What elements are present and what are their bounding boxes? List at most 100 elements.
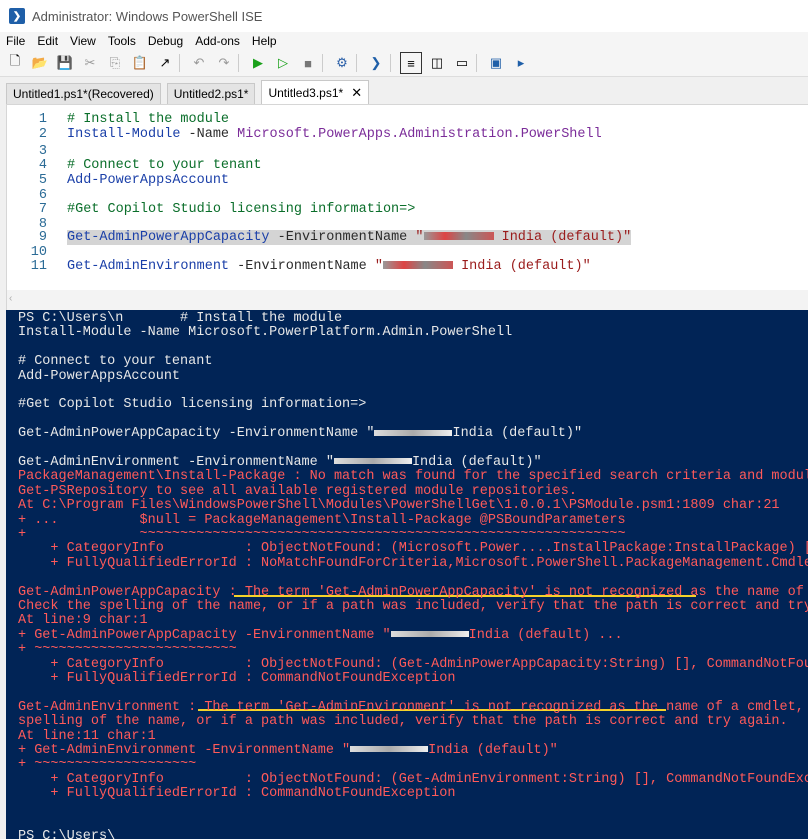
close-icon[interactable]: ✕ <box>351 85 362 101</box>
console-text: Get-AdminPowerAppCapacity : The term 'Ge… <box>18 584 808 600</box>
console-text: At line:9 char:1 <box>18 613 148 629</box>
console-text: Get-PSRepository to see all available re… <box>18 483 577 499</box>
line-number: 3 <box>38 144 47 159</box>
paste-icon[interactable]: 📋 <box>130 53 150 73</box>
redacted-text <box>333 458 412 465</box>
menu-addons[interactable]: Add-ons <box>189 34 246 48</box>
run-icon[interactable]: ▶ <box>248 53 268 73</box>
layout-top-icon[interactable]: ≡ <box>400 52 422 74</box>
code-command: Get-AdminEnvironment <box>67 259 230 274</box>
editor-line: 2 Install-Module -Name Microsoft.PowerApp… <box>7 127 787 142</box>
script-editor[interactable]: 1 # Install the module 2 Install-Module -Na… <box>6 104 808 292</box>
clear-icon[interactable]: ↗ <box>155 53 175 73</box>
console-text: + ~~~~~~~~~~~~~~~~~~~~~~~~~ <box>18 642 237 658</box>
code-text: # Connect to your tenant <box>67 158 261 173</box>
code-string: India (default)" <box>493 230 632 245</box>
console-icon[interactable]: ❯ <box>366 53 386 73</box>
console-pane[interactable]: PS C:\Users\n # Install the module Instal… <box>6 310 808 839</box>
console-error-line: + FullyQualifiedErrorId : CommandNotFoun… <box>18 786 455 801</box>
remote-icon[interactable]: ⚙ <box>332 53 352 73</box>
line-number: 2 <box>38 127 47 142</box>
code-comment: # Install the module <box>67 112 230 127</box>
powershell-icon: ❯ <box>9 8 25 24</box>
menu-view[interactable]: View <box>64 34 102 48</box>
toolbar-separator <box>356 54 357 72</box>
console-line: PS C:\Users\n # Install the module <box>18 311 342 326</box>
console-error-line: + CategoryInfo : ObjectNotFound: (Micros… <box>18 541 808 556</box>
tab-untitled3[interactable]: Untitled3.ps1* ✕ <box>261 80 370 104</box>
code-text: # Install the module <box>67 112 229 127</box>
redo-icon[interactable]: ↷ <box>214 53 234 73</box>
snippet-icon[interactable]: ▣ <box>486 53 506 73</box>
console-text: Install-Module -Name Microsoft.PowerPlat… <box>18 325 513 341</box>
console-error-line: PackageManagement\Install-Package : No m… <box>18 469 808 484</box>
console-line: Add-PowerAppsAccount <box>18 369 180 384</box>
tab-label: Untitled2.ps1* <box>173 87 249 101</box>
toolbar-separator <box>179 54 180 72</box>
cut-icon[interactable]: ✂ <box>80 53 100 73</box>
redacted-text <box>374 429 453 436</box>
console-text: Add-PowerAppsAccount <box>18 368 181 384</box>
console-error-line: + ... $null = PackageManagement\Install-… <box>18 513 626 528</box>
line-number: 6 <box>38 188 47 203</box>
layout-max-icon[interactable]: ▭ <box>452 53 472 73</box>
console-text: At C:\Program Files\WindowsPowerShell\Mo… <box>18 498 780 514</box>
menu-edit[interactable]: Edit <box>31 34 64 48</box>
console-error-line: Get-AdminPowerAppCapacity : The term 'Ge… <box>18 585 808 600</box>
tab-untitled1[interactable]: Untitled1.ps1*(Recovered) <box>6 83 161 104</box>
console-text: #Get Copilot Studio licensing informatio… <box>18 397 367 413</box>
console-text: Get-AdminPowerAppCapacity -EnvironmentNa… <box>18 426 375 442</box>
code-parameter: -Name <box>188 127 230 142</box>
window-title: Administrator: Windows PowerShell ISE <box>32 8 263 24</box>
editor-line: 3 <box>7 144 787 159</box>
console-text: + Get-AdminEnvironment -EnvironmentName … <box>18 743 351 758</box>
code-parameter: -EnvironmentName <box>277 230 408 245</box>
chevron-left-icon[interactable]: ‹ <box>9 293 12 304</box>
editor-line: 9 Get-AdminPowerAppCapacity -EnvironmentN… <box>7 230 787 245</box>
code-string: India (default)" <box>452 259 591 274</box>
code-command: Get-AdminPowerAppCapacity <box>67 230 270 245</box>
console-error-line: + Get-AdminEnvironment -EnvironmentName … <box>18 743 558 758</box>
title-bar: ❯ Administrator: Windows PowerShell ISE <box>0 0 808 32</box>
addon-icon[interactable]: ▸ <box>511 53 531 73</box>
redacted-text <box>382 261 453 270</box>
menu-debug[interactable]: Debug <box>142 34 189 48</box>
code-string: " <box>374 259 383 274</box>
code-text: Get-AdminEnvironment -EnvironmentName " … <box>67 259 591 274</box>
copy-icon[interactable]: ⎘ <box>105 53 125 73</box>
stop-icon[interactable]: ■ <box>298 53 318 73</box>
horizontal-scrollbar[interactable]: ‹ <box>6 290 808 310</box>
console-text: + ~~~~~~~~~~~~~~~~~~~~ <box>18 757 197 773</box>
console-text: Check the spelling of the name, or if a … <box>18 599 808 614</box>
console-text: + FullyQualifiedErrorId : NoMatchFoundFo… <box>18 555 808 571</box>
run-selection-icon[interactable]: ▷ <box>273 53 293 73</box>
console-line: PS C:\Users\ <box>18 829 115 839</box>
menu-help[interactable]: Help <box>246 34 283 48</box>
new-icon[interactable]: 🗋 <box>5 53 25 73</box>
line-number: 4 <box>38 158 47 173</box>
console-error-line: At line:11 char:1 <box>18 729 156 744</box>
console-text: + FullyQualifiedErrorId : CommandNotFoun… <box>18 786 456 802</box>
line-number: 5 <box>38 173 47 188</box>
toolbar-separator <box>238 54 239 72</box>
console-text: # Connect to your tenant <box>18 354 213 370</box>
menu-tools[interactable]: Tools <box>102 34 142 48</box>
console-text: + ~~~~~~~~~~~~~~~~~~~~~~~~~~~~~~~~~~~~~~… <box>18 527 626 542</box>
layout-side-icon[interactable]: ◫ <box>427 53 447 73</box>
console-line: Get-AdminEnvironment -EnvironmentName " I… <box>18 455 542 470</box>
save-icon[interactable]: 💾 <box>55 53 75 73</box>
line-number: 9 <box>38 230 47 245</box>
console-text: + FullyQualifiedErrorId : CommandNotFoun… <box>18 671 456 686</box>
open-icon[interactable]: 📂 <box>30 53 50 73</box>
menu-file[interactable]: File <box>0 34 31 48</box>
tab-untitled2[interactable]: Untitled2.ps1* <box>166 83 256 104</box>
console-error-line: + FullyQualifiedErrorId : NoMatchFoundFo… <box>18 556 808 571</box>
tab-label: Untitled3.ps1* <box>268 85 344 100</box>
undo-icon[interactable]: ↶ <box>189 53 209 73</box>
editor-line: 6 <box>7 188 787 203</box>
tab-label: Untitled1.ps1*(Recovered) <box>13 87 154 101</box>
console-error-line: + ~~~~~~~~~~~~~~~~~~~~~~~~~~~~~~~~~~~~~~… <box>18 527 626 542</box>
tab-strip: Untitled1.ps1*(Recovered) Untitled2.ps1*… <box>0 80 808 104</box>
console-line: # Connect to your tenant <box>18 354 212 369</box>
console-error-line: Get-PSRepository to see all available re… <box>18 484 577 499</box>
